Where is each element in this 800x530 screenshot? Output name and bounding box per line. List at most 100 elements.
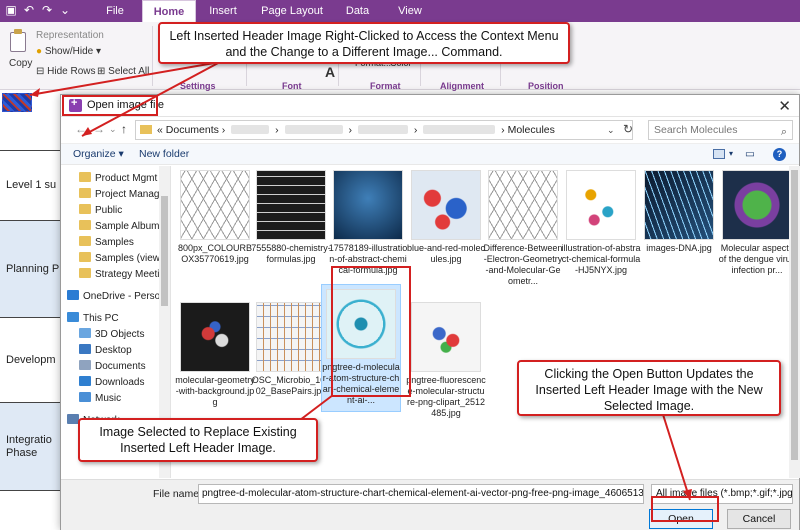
- nav-item[interactable]: Strategy Meeting: [79, 267, 170, 283]
- image-thumbnail: [180, 302, 250, 372]
- folder-icon: [140, 125, 152, 134]
- tab-home[interactable]: Home: [142, 0, 196, 22]
- tab-data[interactable]: Data: [335, 0, 380, 22]
- copy-button[interactable]: Copy: [9, 58, 32, 69]
- image-thumbnail: [180, 170, 250, 240]
- close-icon[interactable]: ✕: [778, 97, 791, 115]
- doc-row: Level 1 su: [0, 151, 62, 221]
- clipboard-icon[interactable]: [10, 29, 26, 52]
- nav-item[interactable]: Public: [79, 203, 122, 219]
- grid-scrollbar[interactable]: [789, 166, 800, 478]
- save-icon[interactable]: ▣: [4, 3, 18, 17]
- customize-icon[interactable]: ⌄: [58, 3, 72, 17]
- view-dropdown-icon[interactable]: ▾: [729, 149, 733, 158]
- nav-item-label: Music: [95, 393, 122, 404]
- file-item[interactable]: illustration-of-abstract-chemical-formul…: [561, 170, 641, 276]
- show-hide-label: Show/Hide: [44, 46, 94, 57]
- file-name-text: 800px_COLOURBOX35770619.jpg: [177, 243, 253, 264]
- selected-image-highlight-box: [331, 266, 411, 397]
- callout-open-button: Clicking the Open Button Updates the Ins…: [517, 360, 781, 416]
- image-thumbnail: [411, 170, 481, 240]
- preview-pane-icon[interactable]: ▭: [745, 148, 755, 160]
- nav-item[interactable]: Product Mgmt: [79, 171, 157, 187]
- file-item[interactable]: molecular-geometry-with-background.jpg: [175, 302, 255, 408]
- computer-icon: [67, 312, 79, 322]
- cube-icon: [79, 328, 91, 338]
- open-button-highlight-box: [651, 496, 719, 522]
- nav-item[interactable]: Samples: [79, 235, 134, 251]
- file-item[interactable]: images-DNA.jpg: [639, 170, 719, 254]
- organize-button[interactable]: Organize ▾: [73, 148, 124, 160]
- nav-item-label: Product Mgmt: [95, 173, 158, 184]
- nav-scroll-thumb[interactable]: [161, 196, 168, 306]
- file-name-text: images-DNA.jpg: [646, 243, 712, 253]
- image-thumbnail: [644, 170, 714, 240]
- nav-item[interactable]: Sample Album: [79, 219, 159, 235]
- hide-rows-icon: ⊟: [36, 66, 45, 77]
- file-item[interactable]: Molecular aspects of the dengue virus in…: [717, 170, 789, 276]
- group-settings: Settings: [180, 81, 216, 91]
- tab-file[interactable]: File: [90, 0, 140, 22]
- tab-page-layout[interactable]: Page Layout: [252, 0, 332, 22]
- search-icon: ⌕: [780, 126, 787, 138]
- file-item[interactable]: 17578189-illustration-of-abstract-chemic…: [328, 170, 408, 276]
- nav-item-label: Desktop: [95, 345, 132, 356]
- hide-rows-button[interactable]: ⊟ Hide Rows: [36, 66, 96, 77]
- nav-item-label: Documents: [95, 361, 146, 372]
- undo-icon[interactable]: ↶: [22, 3, 36, 17]
- inserted-header-image[interactable]: [2, 93, 32, 112]
- nav-item[interactable]: Downloads: [79, 375, 144, 391]
- address-dropdown-icon[interactable]: ⌄: [607, 125, 615, 136]
- nav-item[interactable]: Desktop: [79, 343, 132, 359]
- forward-arrow-icon[interactable]: →: [93, 122, 105, 136]
- nav-item[interactable]: OneDrive - Person: [67, 289, 166, 305]
- grid-scroll-thumb[interactable]: [791, 170, 798, 460]
- file-item[interactable]: 7555880-chemistry-formulas.jpg: [251, 170, 331, 265]
- font-color-icon[interactable]: A: [325, 64, 335, 80]
- nav-item[interactable]: Project Manager: [79, 187, 168, 203]
- file-name-text: Difference-Between-Electron-Geometry-and…: [483, 243, 563, 286]
- file-item[interactable]: OSC_Microbio_10_02_BasePairs.jpg: [251, 302, 331, 397]
- address-bar[interactable]: « Documents › › › › › Molecules: [135, 120, 633, 140]
- new-folder-button[interactable]: New folder: [139, 148, 189, 160]
- up-arrow-icon[interactable]: ↑: [121, 122, 127, 136]
- nav-item-label: Sample Album: [95, 221, 160, 232]
- nav-item[interactable]: 3D Objects: [79, 327, 144, 343]
- file-name-text: Molecular aspects of the dengue virus in…: [718, 243, 789, 275]
- back-arrow-icon[interactable]: ←: [75, 122, 87, 136]
- folder-icon: [79, 188, 91, 198]
- nav-item-label: 3D Objects: [95, 329, 145, 340]
- file-item[interactable]: Difference-Between-Electron-Geometry-and…: [483, 170, 563, 287]
- tab-view[interactable]: View: [385, 0, 435, 22]
- address-current[interactable]: Molecules: [508, 124, 555, 136]
- nav-item[interactable]: This PC: [67, 311, 119, 327]
- nav-item-label: OneDrive - Person: [83, 291, 166, 302]
- redo-icon[interactable]: ↷: [40, 3, 54, 17]
- file-item[interactable]: 800px_COLOURBOX35770619.jpg: [175, 170, 255, 265]
- nav-item[interactable]: Music: [79, 391, 121, 407]
- file-item[interactable]: blue-and-red-molecules.jpg: [406, 170, 486, 265]
- open-image-dialog: Open image file ✕ ← → ⌄ ↑ « Documents › …: [60, 94, 800, 530]
- address-root[interactable]: Documents: [166, 124, 219, 136]
- file-name-input[interactable]: pngtree-d-molecular-atom-structure-chart…: [198, 484, 644, 504]
- tab-insert[interactable]: Insert: [198, 0, 248, 22]
- refresh-icon[interactable]: ↻: [623, 122, 633, 136]
- file-item[interactable]: pngtree-fluorescence-molecular-structure…: [406, 302, 486, 419]
- image-thumbnail: [411, 302, 481, 372]
- help-icon[interactable]: ?: [773, 148, 786, 161]
- representation-button[interactable]: Representation: [36, 30, 104, 41]
- view-options-icon[interactable]: [713, 149, 725, 159]
- cancel-button[interactable]: Cancel: [727, 509, 791, 529]
- nav-item[interactable]: Samples (view-o: [79, 251, 169, 267]
- document-table: Level 1 su Planning P Developm Integrati…: [0, 150, 62, 491]
- nav-item[interactable]: Documents: [79, 359, 146, 375]
- folder-icon: [79, 204, 91, 214]
- select-all-label: Select All: [108, 66, 150, 77]
- recent-chevron-icon[interactable]: ⌄: [109, 124, 117, 135]
- image-thumbnail: [488, 170, 558, 240]
- search-input[interactable]: Search Molecules ⌕: [648, 120, 793, 140]
- select-all-button[interactable]: ⊞ Select All: [97, 66, 149, 77]
- nav-item-label: Downloads: [95, 377, 145, 388]
- show-hide-button[interactable]: ● Show/Hide ▾: [36, 46, 101, 57]
- image-thumbnail: [256, 170, 326, 240]
